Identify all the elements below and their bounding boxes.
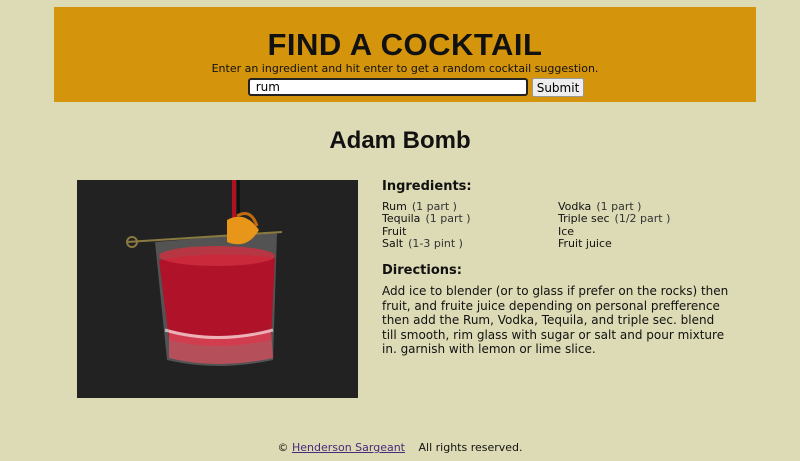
cocktail-details: Ingredients: Rum (1 part ) Vodka (1 part )…: [382, 179, 732, 357]
ingredient-item: Ice: [558, 224, 575, 238]
header-banner: FIND A COCKTAIL Enter an ingredient and …: [54, 7, 756, 102]
ingredients-list: Rum (1 part ) Vodka (1 part ) Tequila (1 pa…: [382, 200, 732, 250]
copyright-symbol: ©: [277, 441, 289, 454]
rights-text: All rights reserved.: [418, 441, 523, 454]
page-title: FIND A COCKTAIL: [267, 27, 543, 62]
cocktail-glass-illustration: [126, 180, 283, 366]
ingredients-heading: Ingredients:: [382, 179, 472, 194]
ingredient-item: Triple sec (1/2 part ): [558, 212, 671, 226]
directions-text: Add ice to blender (or to glass if prefe…: [382, 284, 729, 357]
ingredient-item: Salt (1-3 pint ): [382, 236, 463, 250]
search-form: Submit: [54, 78, 756, 97]
directions-heading: Directions:: [382, 263, 462, 279]
ingredient-item: Tequila (1 part ): [382, 212, 471, 226]
ingredient-item: Rum (1 part ): [382, 200, 457, 213]
ingredient-item: Fruit: [382, 224, 407, 238]
cocktail-image: [77, 180, 358, 398]
footer: © Henderson Sargeant All rights reserved…: [0, 441, 800, 454]
submit-button[interactable]: Submit: [531, 78, 585, 97]
author-link[interactable]: Henderson Sargeant: [292, 441, 405, 454]
ingredient-item: Vodka (1 part ): [558, 200, 642, 213]
ingredient-item: Fruit juice: [558, 236, 612, 250]
ingredient-search-input[interactable]: [247, 78, 528, 96]
instruction-text: Enter an ingredient and hit enter to get…: [211, 62, 599, 75]
cocktail-name: Adam Bomb: [329, 127, 471, 154]
